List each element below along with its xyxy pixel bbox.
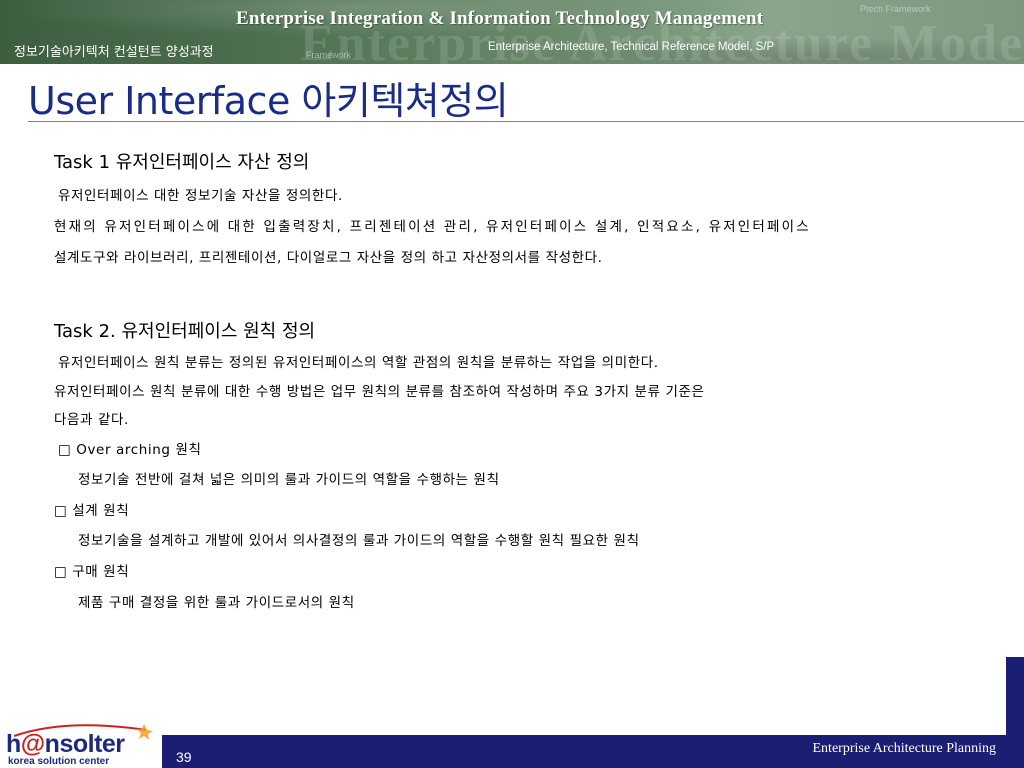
slide-title: User Interface 아키텍쳐정의 (28, 79, 509, 123)
task2-line-1: 유저인터페이스 원칙 분류는 정의된 유저인터페이스의 역할 관점의 원칙을 분… (58, 355, 659, 371)
logo-suffix: nsolter (44, 730, 125, 758)
principle-item-description: 정보기술을 설계하고 개발에 있어서 의사결정의 룰과 가이드의 역할을 수행할… (78, 533, 640, 549)
task2-heading: Task 2. 유저인터페이스 원칙 정의 (54, 321, 316, 342)
banner-watermark-small: Framework (306, 50, 352, 60)
task1-line-3: 설계도구와 라이브러리, 프리젠테이션, 다이얼로그 자산을 정의 하고 자산정… (54, 250, 603, 266)
principle-item-label: □ Over arching 원칙 (58, 442, 202, 458)
task2-line-2: 유저인터페이스 원칙 분류에 대한 수행 방법은 업무 원칙의 분류를 참조하여… (54, 384, 705, 400)
banner-title: Enterprise Integration & Information Tec… (236, 8, 764, 29)
page-number: 39 (176, 749, 192, 765)
course-name: 정보기술아키텍처 컨설턴트 양성과정 (14, 45, 214, 60)
footer-side-bar (1006, 657, 1024, 768)
task1-line-2: 현재의 유저인터페이스에 대한 입출력장치, 프리젠테이션 관리, 유저인터페이… (54, 219, 811, 235)
task1-heading: Task 1 유저인터페이스 자산 정의 (54, 152, 310, 173)
footer-label: Enterprise Architecture Planning (812, 741, 997, 756)
principle-item-label: □ 구매 원칙 (54, 564, 130, 580)
company-logo: h@nsolter korea solution center (6, 724, 162, 768)
task1-line-1: 유저인터페이스 대한 정보기술 자산을 정의한다. (58, 188, 343, 204)
logo-prefix: h (6, 730, 21, 758)
header-banner: Enterprise Architecture Model Ptech Fram… (0, 0, 1024, 64)
banner-watermark-small: Ptech Framework (860, 4, 931, 14)
principle-item-description: 제품 구매 결정을 위한 룰과 가이드로서의 원칙 (78, 595, 355, 611)
task2-line-3: 다음과 같다. (54, 412, 129, 428)
principle-item-description: 정보기술 전반에 걸쳐 넓은 의미의 룰과 가이드의 역할을 수행하는 원칙 (78, 472, 500, 488)
logo-wordmark: h@nsolter (6, 730, 125, 759)
banner-subtitle: Enterprise Architecture, Technical Refer… (488, 41, 775, 53)
logo-at: @ (20, 730, 45, 758)
title-divider (28, 121, 1024, 122)
logo-tagline: korea solution center (8, 756, 110, 767)
principle-item-label: □ 설계 원칙 (54, 503, 130, 519)
